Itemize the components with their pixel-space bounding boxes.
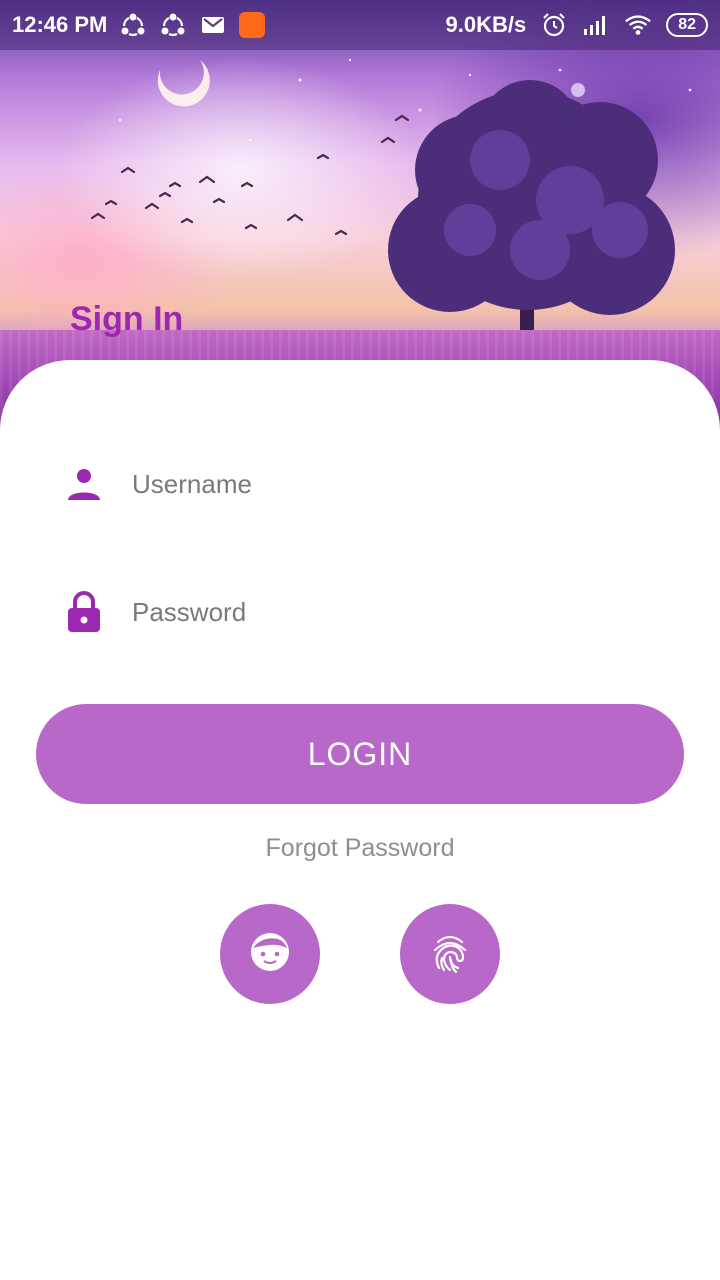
face-login-button[interactable] — [220, 904, 320, 1004]
lock-icon — [60, 588, 108, 636]
fingerprint-icon — [428, 930, 472, 979]
network-speed: 9.0KB/s — [445, 12, 527, 37]
password-field[interactable] — [60, 580, 660, 644]
status-time: 12:46 PM — [12, 12, 108, 37]
sync-icon — [119, 11, 147, 39]
signal-icon — [582, 11, 610, 39]
forgot-password-link[interactable]: Forgot Password — [0, 834, 720, 863]
alarm-icon — [540, 11, 568, 39]
sync-icon — [159, 11, 187, 39]
page-title: Sign In — [70, 300, 184, 338]
wifi-icon — [624, 11, 652, 39]
app-notification-icon — [239, 12, 266, 38]
login-sheet: LOGIN Forgot Password — [0, 360, 720, 1280]
fingerprint-login-button[interactable] — [400, 904, 500, 1004]
username-input[interactable] — [132, 468, 612, 500]
password-input[interactable] — [132, 596, 612, 628]
status-bar: 12:46 PM 9.0KB/s 82 — [0, 0, 720, 50]
login-button[interactable]: LOGIN — [36, 704, 684, 804]
mail-icon — [199, 11, 227, 39]
battery-indicator: 82 — [666, 13, 708, 37]
face-icon — [248, 930, 292, 979]
username-field[interactable] — [60, 452, 660, 516]
person-icon — [60, 460, 108, 508]
